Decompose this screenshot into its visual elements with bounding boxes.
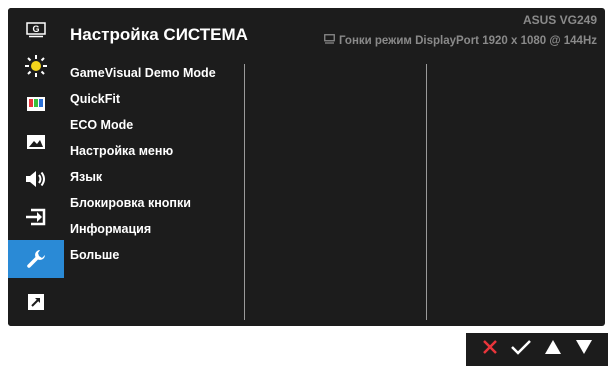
down-arrow-icon [575,339,593,360]
sidebar-item-blue-light-filter[interactable] [8,48,64,84]
column-divider [426,64,427,320]
sidebar-item-shortcut[interactable] [8,284,64,320]
monitor-icon [324,34,335,47]
sidebar-item-input-select[interactable] [8,199,64,235]
menu-item-more[interactable]: Больше [70,244,119,266]
menu-item-key-lock[interactable]: Блокировка кнопки [70,192,191,214]
navigation-bar [466,333,608,366]
check-icon [510,338,532,361]
blue-light-filter-icon [24,54,48,78]
up-arrow-icon [544,339,562,360]
menu-item-osd-setup[interactable]: Настройка меню [70,140,173,162]
down-button[interactable] [571,337,597,363]
color-icon [26,96,46,112]
osd-panel: G Настройка СИСТЕМА ASUS VG249 Гонки реж… [8,8,605,326]
close-button[interactable] [477,337,503,363]
confirm-button[interactable] [508,337,534,363]
column-divider [244,64,245,320]
model-name: ASUS VG249 [522,13,597,27]
menu-item-quickfit[interactable]: QuickFit [70,88,120,110]
gamevisual-glyph: G [32,24,39,34]
shortcut-icon [27,293,45,311]
status-text: Гонки режим DisplayPort 1920 x 1080 @ 14… [338,34,597,47]
status-line: Гонки режим DisplayPort 1920 x 1080 @ 14… [324,34,597,47]
system-setup-icon [25,248,47,270]
header: Настройка СИСТЕМА ASUS VG249 Гонки режим… [64,8,605,56]
up-button[interactable] [540,337,566,363]
sidebar-item-color[interactable] [8,86,64,122]
image-icon [26,134,46,150]
menu-item-information[interactable]: Информация [70,218,151,240]
input-select-icon [25,208,47,226]
menu-item-eco-mode[interactable]: ECO Mode [70,114,133,136]
sidebar: G [8,8,64,326]
page-title: Настройка СИСТЕМА [70,25,248,44]
close-icon [481,338,499,361]
menu-item-language[interactable]: Язык [70,166,102,188]
sound-icon [25,170,47,188]
sidebar-item-gamevisual[interactable]: G [8,12,64,48]
sidebar-item-image[interactable] [8,124,64,160]
gamevisual-icon: G [26,22,46,38]
sidebar-item-sound[interactable] [8,161,64,197]
sidebar-item-system-setup[interactable] [8,240,64,278]
menu-item-gamevisual-demo-mode[interactable]: GameVisual Demo Mode [70,62,216,84]
